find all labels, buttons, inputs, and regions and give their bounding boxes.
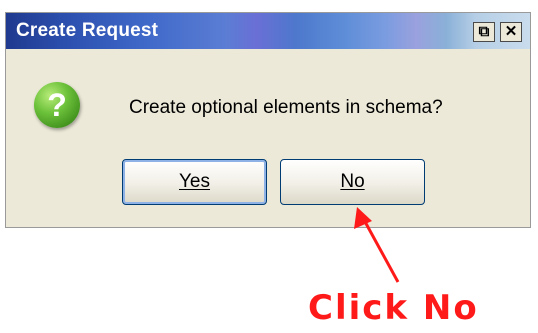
annotation-arrow-icon: [354, 207, 400, 283]
annotation-label: Click No: [308, 288, 479, 328]
arrow-shaft: [361, 217, 400, 283]
arrow-head: [354, 207, 372, 229]
